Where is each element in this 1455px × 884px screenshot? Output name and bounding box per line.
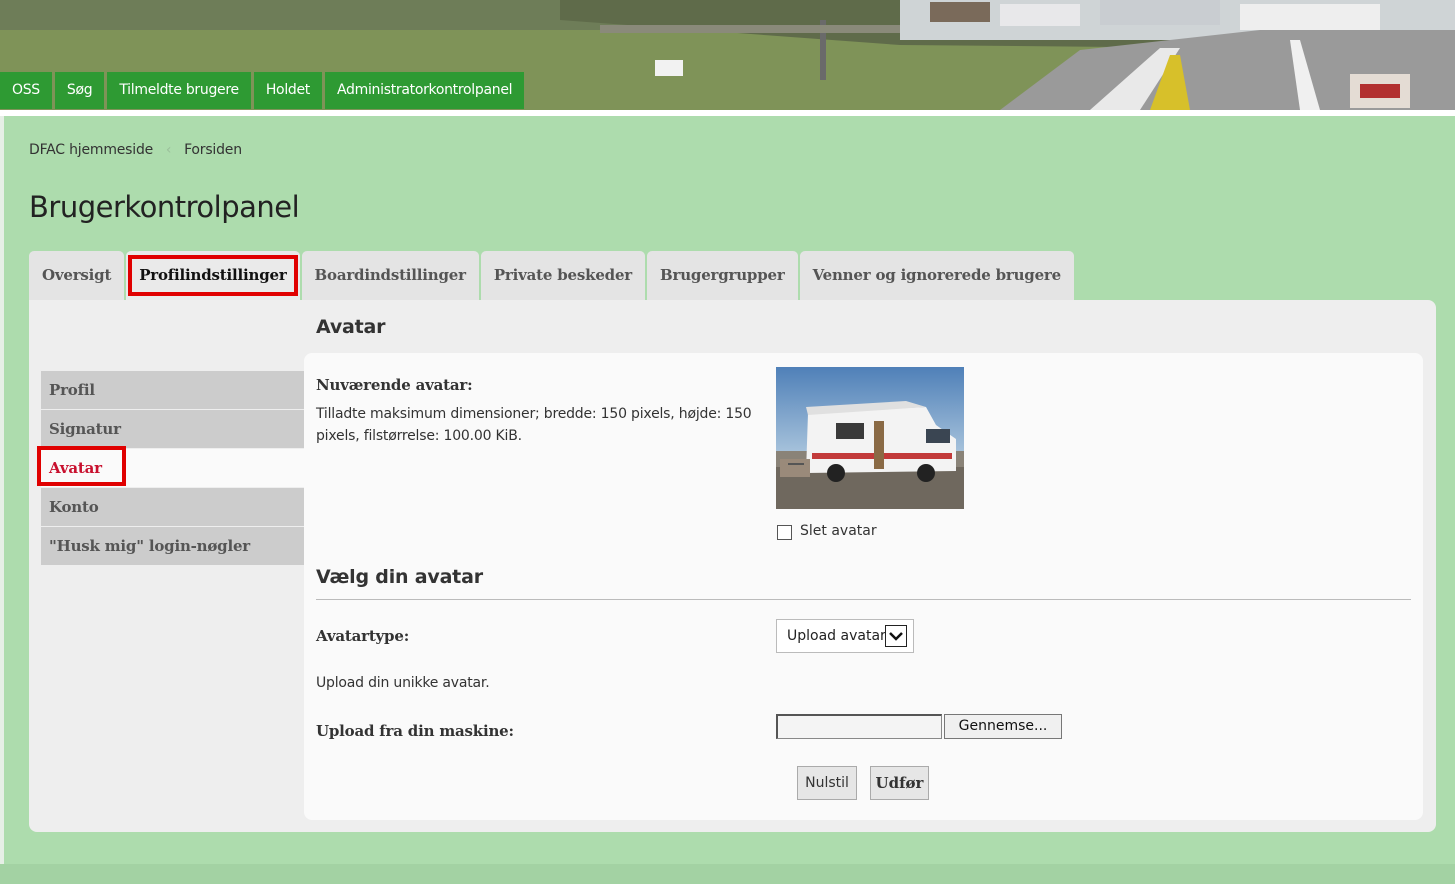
nav-members[interactable]: Tilmeldte brugere — [107, 72, 251, 109]
avatar-type-label: Avatartype: — [316, 627, 410, 645]
subnav-item-account[interactable]: Konto — [41, 488, 304, 526]
submit-button[interactable]: Udfør — [870, 766, 929, 800]
reset-button[interactable]: Nulstil — [797, 766, 857, 800]
chevron-down-icon — [885, 625, 907, 647]
tab-usergroups[interactable]: Brugergrupper — [647, 251, 798, 300]
delete-avatar-label: Slet avatar — [800, 523, 877, 539]
delete-avatar-checkbox[interactable] — [777, 525, 792, 540]
file-path-input[interactable] — [776, 714, 942, 739]
tab-board-settings[interactable]: Boardindstillinger — [301, 251, 479, 300]
breadcrumb: DFAC hjemmeside ‹ Forsiden — [29, 142, 242, 158]
footer-band — [0, 864, 1455, 884]
subnav-item-signature[interactable]: Signatur — [41, 410, 304, 448]
tab-profile-settings[interactable]: Profilindstillinger — [126, 251, 300, 300]
tab-friends-foes[interactable]: Venner og ignorerede brugere — [799, 251, 1074, 300]
highlight-box — [37, 446, 126, 486]
avatar-limits-line1: Tilladte maksimum dimensioner; bredde: 1… — [316, 406, 752, 422]
avatar-limits-line2: pixels, filstørrelse: 100.00 KiB. — [316, 428, 522, 444]
highlight-box — [128, 255, 298, 296]
nav-search[interactable]: Søg — [54, 72, 105, 109]
current-avatar-label: Nuværende avatar: — [316, 376, 473, 394]
breadcrumb-home-link[interactable]: DFAC hjemmeside — [29, 142, 153, 158]
top-navigation: OSS Søg Tilmeldte brugere Holdet Adminis… — [0, 72, 525, 109]
avatar-type-value: Upload avatar — [787, 628, 886, 644]
avatar-heading: Avatar — [316, 316, 386, 338]
nav-admin-panel[interactable]: Administratorkontrolpanel — [325, 72, 525, 109]
avatar-type-select[interactable]: Upload avatar — [776, 619, 914, 653]
breadcrumb-forum-link[interactable]: Forsiden — [184, 142, 242, 158]
subnav-item-avatar[interactable]: Avatar — [37, 446, 304, 487]
section-divider — [316, 599, 1411, 600]
tab-overview[interactable]: Oversigt — [29, 251, 125, 300]
choose-avatar-heading: Vælg din avatar — [316, 566, 483, 588]
browse-button[interactable]: Gennemse... — [944, 714, 1062, 739]
left-edge — [0, 116, 4, 884]
subnav-item-profile[interactable]: Profil — [41, 371, 304, 409]
motorhome-picture — [776, 367, 964, 509]
page-title: Brugerkontrolpanel — [29, 190, 300, 224]
upload-from-machine-label: Upload fra din maskine: — [316, 722, 514, 740]
breadcrumb-separator: ‹ — [165, 142, 172, 158]
upload-explain: Upload din unikke avatar. — [316, 675, 490, 691]
subnav-item-login-keys[interactable]: "Husk mig" login-nøgler — [41, 527, 304, 565]
nav-oss[interactable]: OSS — [0, 72, 52, 109]
nav-team[interactable]: Holdet — [253, 72, 322, 109]
profile-subnav: Profil Signatur Avatar Konto "Husk mig" … — [37, 371, 304, 566]
tab-private-messages[interactable]: Private beskeder — [480, 251, 646, 300]
current-avatar-image — [776, 367, 964, 509]
banner-divider — [0, 110, 1455, 116]
ucp-tabs: Oversigt Profilindstillinger Boardindsti… — [29, 251, 1074, 300]
header-banner: OSS Søg Tilmeldte brugere Holdet Adminis… — [0, 0, 1455, 110]
